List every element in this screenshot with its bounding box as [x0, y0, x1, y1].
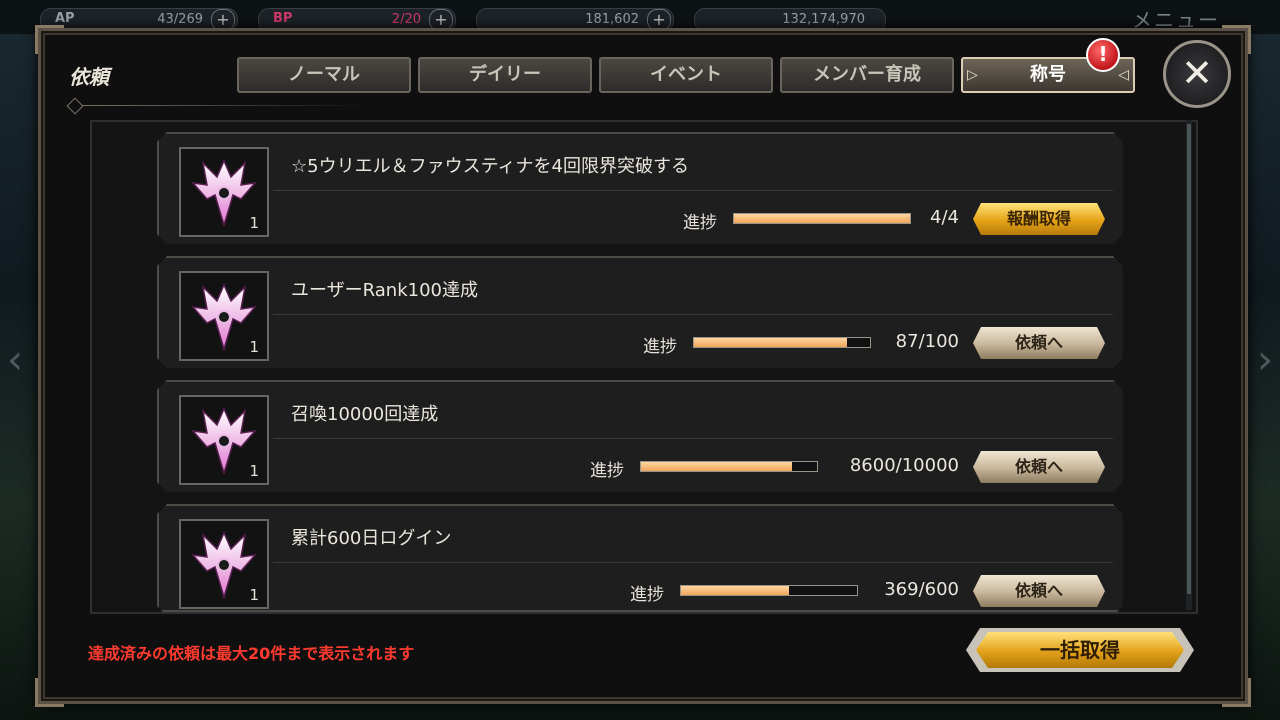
progress-fill	[694, 338, 848, 347]
scrollbar-thumb[interactable]	[1187, 124, 1191, 594]
title-emblem-icon: 1	[179, 519, 269, 609]
footer-note: 達成済みの依頼は最大20件まで表示されます	[88, 644, 415, 663]
progress-bar	[693, 337, 871, 348]
corner-ornament	[35, 678, 64, 707]
progress-label: 進捗	[630, 585, 664, 605]
corner-ornament	[1222, 25, 1251, 54]
corner-ornament	[35, 25, 64, 54]
request-name: ユーザーRank100達成	[291, 280, 478, 301]
chevron-right-icon: ▷	[967, 67, 978, 83]
progress-value: 4/4	[930, 207, 959, 228]
list-item: 1 ☆5ウリエル＆ファウスティナを4回限界突破する 進捗 4/4 報酬取得	[157, 132, 1123, 244]
progress-value: 87/100	[895, 331, 959, 352]
tab-title-label: 称号	[1030, 64, 1066, 85]
item-divider	[273, 438, 1113, 439]
list-item: 1 累計600日ログイン 進捗 369/600 依頼へ	[157, 504, 1123, 612]
title-emblem-icon: 1	[179, 395, 269, 485]
tab-daily[interactable]: デイリー	[418, 57, 592, 93]
request-name: 累計600日ログイン	[291, 528, 452, 549]
chevron-left-icon: ◁	[1118, 67, 1129, 83]
item-count: 1	[249, 586, 259, 604]
progress-fill	[641, 462, 793, 471]
dialog-title: 依頼	[69, 65, 109, 89]
title-divider	[69, 105, 369, 106]
progress-bar	[640, 461, 818, 472]
progress-bar	[680, 585, 858, 596]
item-count: 1	[249, 338, 259, 356]
request-name: 召喚10000回達成	[291, 404, 439, 425]
claim-reward-button[interactable]: 報酬取得	[973, 203, 1105, 235]
go-to-request-button[interactable]: 依頼へ	[973, 451, 1105, 483]
tab-member-training[interactable]: メンバー育成	[780, 57, 954, 93]
item-count: 1	[249, 462, 259, 480]
close-button[interactable]: ✕	[1163, 40, 1231, 108]
list-item: 1 ユーザーRank100達成 進捗 87/100 依頼へ	[157, 256, 1123, 368]
tab-normal[interactable]: ノーマル	[237, 57, 411, 93]
corner-ornament	[1222, 678, 1251, 707]
progress-value: 369/600	[884, 579, 959, 600]
progress-fill	[681, 586, 790, 595]
item-divider	[273, 562, 1113, 563]
item-count: 1	[249, 214, 259, 232]
title-emblem-icon: 1	[179, 147, 269, 237]
progress-value: 8600/10000	[849, 455, 959, 476]
title-emblem-icon: 1	[179, 271, 269, 361]
list-item: 1 召喚10000回達成 進捗 8600/10000 依頼へ	[157, 380, 1123, 492]
progress-label: 進捗	[590, 461, 624, 481]
progress-label: 進捗	[683, 213, 717, 233]
item-divider	[273, 190, 1113, 191]
claim-all-button[interactable]: 一括取得	[976, 632, 1184, 668]
item-divider	[273, 314, 1113, 315]
progress-label: 進捗	[643, 337, 677, 357]
alert-badge-icon: !	[1086, 38, 1120, 72]
go-to-request-button[interactable]: 依頼へ	[973, 575, 1105, 607]
tab-event[interactable]: イベント	[599, 57, 773, 93]
request-name: ☆5ウリエル＆ファウスティナを4回限界突破する	[291, 156, 689, 177]
go-to-request-button[interactable]: 依頼へ	[973, 327, 1105, 359]
right-arrow-icon: ›	[1257, 337, 1273, 383]
left-arrow-icon: ‹	[7, 337, 23, 383]
